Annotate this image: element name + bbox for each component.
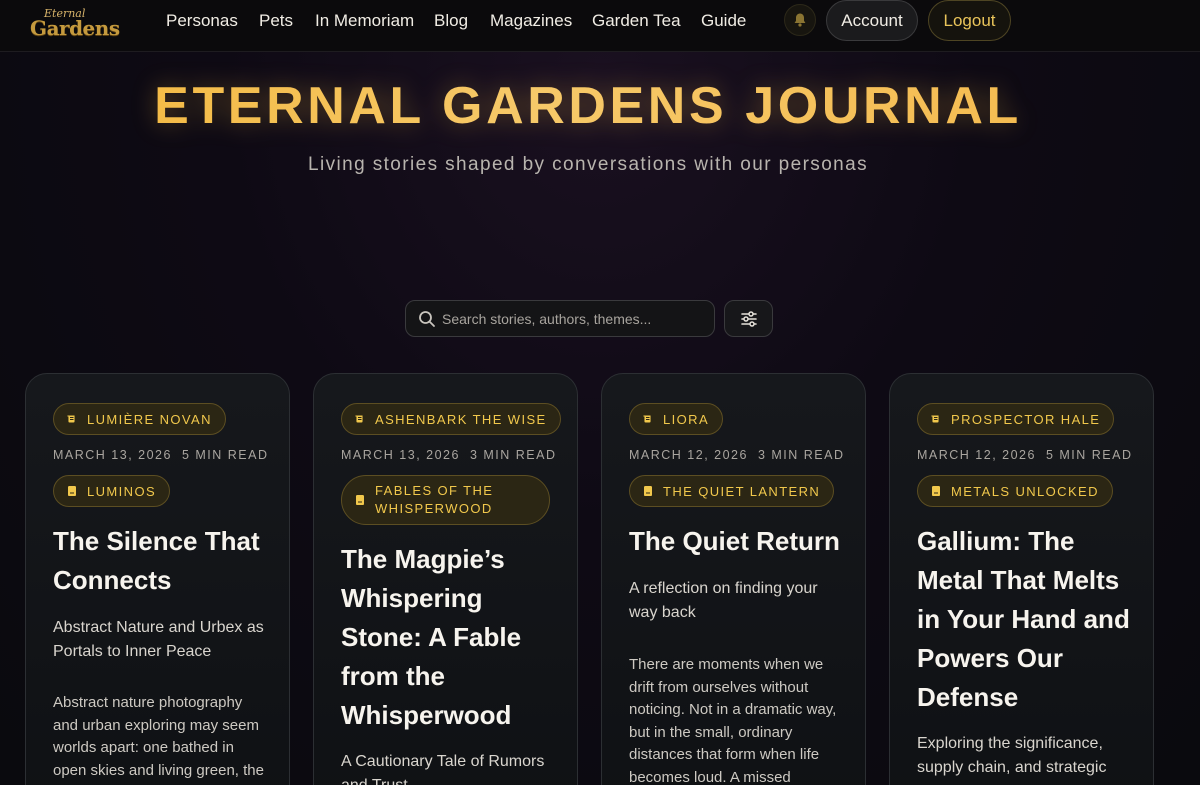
story-subtitle: Exploring the significance, supply chain… — [917, 735, 1107, 776]
collection-badge[interactable]: The Quiet Lantern — [629, 475, 835, 507]
read-time: 3 min read — [469, 448, 557, 462]
story-meta: March 13, 2026 5 min read — [53, 448, 279, 462]
story-excerpt: Abstract nature photography and urban ex… — [53, 694, 264, 779]
search-box — [405, 300, 715, 337]
account-button[interactable]: Account — [826, 0, 918, 41]
story-meta: March 12, 2026 3 min read — [629, 448, 855, 462]
story-date: March 12, 2026 — [917, 448, 1036, 462]
story-card[interactable]: Prospector Hale March 12, 2026 5 min read… — [889, 373, 1154, 785]
story-date: March 13, 2026 — [341, 448, 460, 462]
logout-button[interactable]: Logout — [928, 0, 1011, 41]
collection-name: Fables of the Whisperwood — [375, 483, 494, 516]
author-badge[interactable]: Prospector Hale — [917, 403, 1115, 435]
story-title[interactable]: The Silence That Connects — [53, 522, 268, 600]
nav-link-pets[interactable]: Pets — [259, 11, 293, 31]
collection-name: Luminos — [87, 483, 157, 499]
scroll-icon — [930, 414, 940, 424]
author-badge[interactable]: Ashenbark the Wise — [341, 403, 561, 435]
scroll-icon — [354, 414, 364, 424]
author-name: Ashenbark the Wise — [375, 411, 547, 427]
bell-icon — [794, 13, 806, 27]
story-subtitle: A reflection on finding your way back — [629, 580, 818, 621]
scroll-icon — [66, 414, 76, 424]
nav-link-garden-tea[interactable]: Garden Tea — [592, 11, 681, 31]
story-date: March 13, 2026 — [53, 448, 172, 462]
author-name: Liora — [663, 411, 710, 427]
read-time: 5 min read — [181, 448, 269, 462]
story-meta: March 12, 2026 5 min read — [917, 448, 1143, 462]
author-badge[interactable]: Lumière Novan — [53, 403, 226, 435]
book-icon — [644, 486, 652, 496]
nav-link-guide[interactable]: Guide — [701, 11, 746, 31]
story-subtitle: A Cautionary Tale of Rumors and Trust — [341, 753, 545, 785]
scroll-icon — [642, 414, 652, 424]
collection-name: The Quiet Lantern — [663, 483, 821, 499]
eternal-gardens-logo[interactable]: Eternal Gardens — [30, 4, 120, 44]
story-title[interactable]: Gallium: The Metal That Melts in Your Ha… — [917, 522, 1132, 717]
collection-name: Metals Unlocked — [951, 483, 1099, 499]
story-date: March 12, 2026 — [629, 448, 748, 462]
author-badge[interactable]: Liora — [629, 403, 724, 435]
story-title[interactable]: The Magpie’s Whispering Stone: A Fable f… — [341, 540, 556, 735]
story-card[interactable]: Ashenbark the Wise March 13, 2026 3 min r… — [313, 373, 578, 785]
filter-button[interactable] — [724, 300, 773, 337]
story-card[interactable]: Liora March 12, 2026 3 min read The Quiet… — [601, 373, 866, 785]
search-input[interactable] — [442, 301, 710, 336]
read-time: 5 min read — [1045, 448, 1133, 462]
story-title[interactable]: The Quiet Return — [629, 522, 844, 561]
top-navigation-bar: Eternal Gardens Personas Pets In Memoria… — [0, 0, 1200, 52]
search-icon — [419, 311, 435, 327]
nav-link-blog[interactable]: Blog — [434, 11, 468, 31]
nav-link-personas[interactable]: Personas — [166, 11, 238, 31]
author-name: Lumière Novan — [87, 411, 212, 427]
logo-line-2: Gardens — [30, 16, 120, 40]
book-icon — [356, 495, 364, 505]
collection-badge[interactable]: Luminos — [53, 475, 171, 507]
author-name: Prospector Hale — [951, 411, 1101, 427]
book-icon — [68, 486, 76, 496]
story-subtitle: Abstract Nature and Urbex as Portals to … — [53, 619, 264, 660]
page-subtitle: Living stories shaped by conversations w… — [308, 154, 868, 175]
read-time: 3 min read — [757, 448, 845, 462]
notifications-button[interactable] — [784, 4, 816, 36]
story-meta: March 13, 2026 3 min read — [341, 448, 567, 462]
nav-link-in-memoriam[interactable]: In Memoriam — [315, 11, 414, 31]
collection-badge[interactable]: Metals Unlocked — [917, 475, 1113, 507]
story-card[interactable]: Lumière Novan March 13, 2026 5 min read L… — [25, 373, 290, 785]
nav-link-magazines[interactable]: Magazines — [490, 11, 572, 31]
sliders-icon — [740, 310, 757, 327]
collection-badge[interactable]: Fables of the Whisperwood — [341, 475, 550, 525]
book-icon — [932, 486, 940, 496]
story-excerpt: There are moments when we drift from our… — [629, 656, 837, 785]
page-title: ETERNAL GARDENS JOURNAL — [0, 76, 1176, 136]
